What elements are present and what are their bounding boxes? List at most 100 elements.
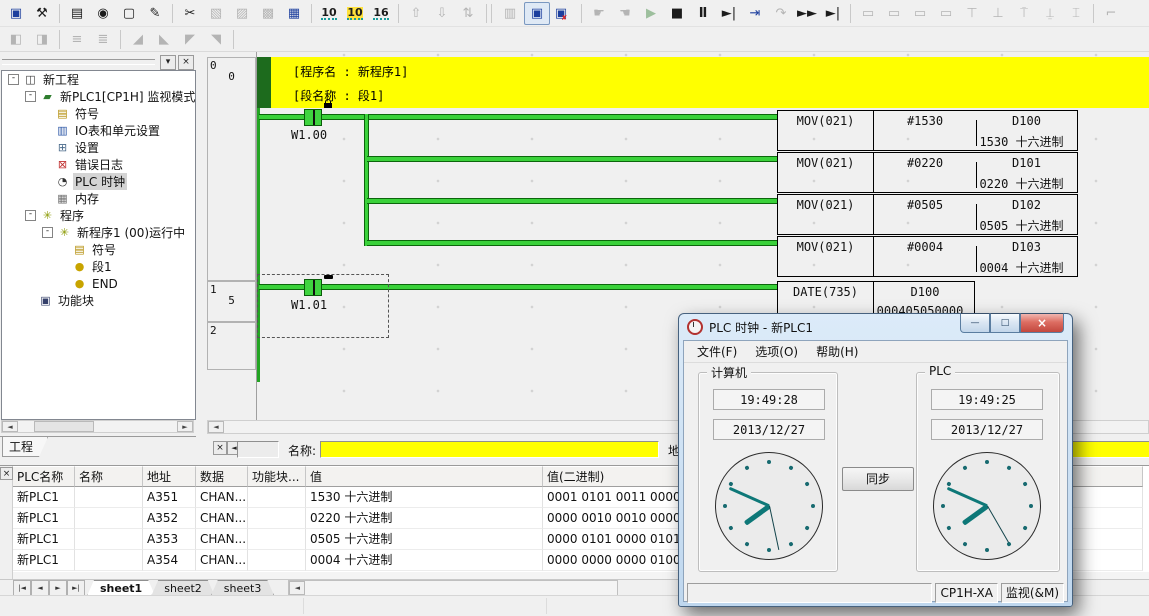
transfer-from-plc-icon[interactable]: ⇩ xyxy=(430,3,454,24)
print-icon[interactable]: ▩ xyxy=(256,3,280,24)
fast-forward-icon[interactable]: ►► xyxy=(795,3,819,24)
signed-decimal-monitor-icon[interactable]: 10 xyxy=(343,3,367,24)
tree-item-section1[interactable]: ●段1 xyxy=(2,258,195,275)
watch-col-header-4[interactable]: 功能块... xyxy=(248,466,306,487)
tree-item-settings[interactable]: ⊞设置 xyxy=(2,139,195,156)
work-online-icon[interactable]: ▥ xyxy=(498,3,522,24)
properties-icon[interactable]: ✎ xyxy=(143,3,167,24)
expander-icon[interactable]: - xyxy=(42,227,53,238)
contact-closed-tool-icon[interactable]: ▭ xyxy=(882,3,906,24)
project-window-icon[interactable]: ▣ xyxy=(4,3,28,24)
expander-icon[interactable]: - xyxy=(25,91,36,102)
indent-icon[interactable]: ◨ xyxy=(30,29,54,50)
sheet-scrollbar[interactable]: ◄ xyxy=(288,580,618,596)
mov-block-1[interactable]: MOV(021) #1530 D100 1530 十六进制 xyxy=(777,110,1078,151)
mov-block-2[interactable]: MOV(021) #0220 D101 0220 十六进制 xyxy=(777,152,1078,193)
sheet-prev-icon[interactable]: ◄ xyxy=(31,580,49,596)
force-on-icon[interactable]: ◢ xyxy=(126,29,150,50)
contact-tool-icon[interactable]: ▭ xyxy=(856,3,880,24)
monitor-off-icon[interactable]: ▣ xyxy=(552,3,576,24)
watch-close-icon[interactable]: × xyxy=(0,467,13,480)
rung-comment-list-icon[interactable]: ≡ xyxy=(65,29,89,50)
paste-icon[interactable]: ▨ xyxy=(230,3,254,24)
minimize-icon[interactable]: — xyxy=(960,313,990,333)
maximize-icon[interactable]: □ xyxy=(990,313,1020,333)
trigger-monitor-icon[interactable]: ☚ xyxy=(613,3,637,24)
rung-annotation-list-icon[interactable]: ≣ xyxy=(91,29,115,50)
tree-item-function-blocks[interactable]: ▣功能块 xyxy=(2,292,195,309)
step-into-icon[interactable]: ⇥ xyxy=(743,3,767,24)
step-run-icon[interactable]: ►| xyxy=(717,3,741,24)
menu-options[interactable]: 选项(O) xyxy=(746,343,807,360)
transfer-to-plc-icon[interactable]: ⇧ xyxy=(404,3,428,24)
watch-col-header-3[interactable]: 数据类... xyxy=(196,466,248,487)
rung-margin-1[interactable]: 1 5 xyxy=(207,281,256,322)
vertical-up-tool-icon[interactable]: ⊥ xyxy=(986,3,1010,24)
watch-col-header-0[interactable]: PLC名称 xyxy=(13,466,75,487)
menu-file[interactable]: 文件(F) xyxy=(688,343,746,360)
copy-icon[interactable]: ▧ xyxy=(204,3,228,24)
watch-col-header-1[interactable]: 名称 xyxy=(75,466,143,487)
run-icon[interactable]: ▶ xyxy=(639,3,663,24)
menu-help[interactable]: 帮助(H) xyxy=(807,343,867,360)
falling-edge-tool-icon[interactable]: ⍊ xyxy=(1038,3,1062,24)
sheet-tab-sheet1[interactable]: sheet1 xyxy=(87,580,155,596)
mov-block-3[interactable]: MOV(021) #0505 D102 0505 十六进制 xyxy=(777,194,1078,235)
hex-monitor-icon[interactable]: 16 xyxy=(369,3,393,24)
sheet-scroll-left-icon[interactable]: ◄ xyxy=(289,581,305,595)
tree-close-icon[interactable]: × xyxy=(178,55,194,70)
pause-icon[interactable]: Ⅱ xyxy=(691,3,715,24)
outdent-icon[interactable]: ◧ xyxy=(4,29,28,50)
pause-monitor-icon[interactable]: ☛ xyxy=(587,3,611,24)
step-over-icon[interactable]: ↷ xyxy=(769,3,793,24)
instruction-tool-icon[interactable]: ⌶ xyxy=(1064,3,1088,24)
sheet-last-icon[interactable]: ►| xyxy=(67,580,85,596)
sheet-tab-sheet2[interactable]: sheet2 xyxy=(151,580,215,596)
dialog-titlebar[interactable]: PLC 时钟 - 新PLC1 — □ × xyxy=(679,314,1072,340)
bar-close-icon[interactable]: × xyxy=(213,441,227,455)
sheet-tab-sheet3[interactable]: sheet3 xyxy=(211,580,275,596)
contact-w1-00[interactable] xyxy=(304,109,322,126)
rung-margin-2[interactable]: 2 xyxy=(207,322,256,370)
tree-item-plc-clock[interactable]: ◔PLC 时钟 xyxy=(2,173,195,190)
run-to-end-icon[interactable]: ►| xyxy=(821,3,845,24)
mnemonic-view-icon[interactable]: ▤ xyxy=(65,3,89,24)
differential-monitor-icon[interactable]: ◥ xyxy=(204,29,228,50)
force-cancel-icon[interactable]: ◤ xyxy=(178,29,202,50)
tree-scroll-thumb[interactable] xyxy=(34,421,94,432)
rising-edge-tool-icon[interactable]: ⍑ xyxy=(1012,3,1036,24)
tree-dropdown-icon[interactable]: ▾ xyxy=(160,55,176,70)
return-tool-icon[interactable]: ⌐ xyxy=(1099,3,1123,24)
coil-tool-icon[interactable]: ▭ xyxy=(908,3,932,24)
tree-horizontal-scrollbar[interactable]: ◄ ► xyxy=(1,420,194,433)
coil-closed-tool-icon[interactable]: ▭ xyxy=(934,3,958,24)
find-icon[interactable]: ◉ xyxy=(91,3,115,24)
watch-col-header-5[interactable]: 值 xyxy=(306,466,543,487)
tree-item-section-end[interactable]: ●END xyxy=(2,275,195,292)
expander-icon[interactable]: - xyxy=(25,210,36,221)
expander-icon[interactable]: - xyxy=(8,74,19,85)
watch-col-header-2[interactable]: 地址 xyxy=(143,466,196,487)
tree-item-program1[interactable]: -✳新程序1 (00)运行中 xyxy=(2,224,195,241)
stop-icon[interactable]: ■ xyxy=(665,3,689,24)
close-icon[interactable]: × xyxy=(1020,313,1064,333)
tree-item-project[interactable]: -◫新工程 xyxy=(2,71,195,88)
tree-item-error-log[interactable]: ⊠错误日志 xyxy=(2,156,195,173)
window-select-icon[interactable]: ▢ xyxy=(117,3,141,24)
mov-block-4[interactable]: MOV(021) #0004 D103 0004 十六进制 xyxy=(777,236,1078,277)
binary-monitor-icon[interactable]: ▦ xyxy=(282,3,306,24)
tree-item-symbols[interactable]: ▤符号 xyxy=(2,105,195,122)
sheet-next-icon[interactable]: ► xyxy=(49,580,67,596)
tree-item-program-symbols[interactable]: ▤符号 xyxy=(2,241,195,258)
tree-scroll-right-icon[interactable]: ► xyxy=(177,421,193,432)
monitor-mode-icon[interactable]: ▣ xyxy=(524,2,550,25)
rung-margin-0[interactable]: 0 0 xyxy=(207,57,256,281)
force-off-icon[interactable]: ◣ xyxy=(152,29,176,50)
sheet-first-icon[interactable]: |◄ xyxy=(13,580,31,596)
compare-with-plc-icon[interactable]: ⇅ xyxy=(456,3,480,24)
vertical-down-tool-icon[interactable]: ⊤ xyxy=(960,3,984,24)
compile-icon[interactable]: ⚒ xyxy=(30,3,54,24)
tree-item-memory[interactable]: ▦内存 xyxy=(2,190,195,207)
project-tab[interactable]: 工程 xyxy=(2,437,48,457)
contact-w1-01[interactable] xyxy=(304,279,322,296)
